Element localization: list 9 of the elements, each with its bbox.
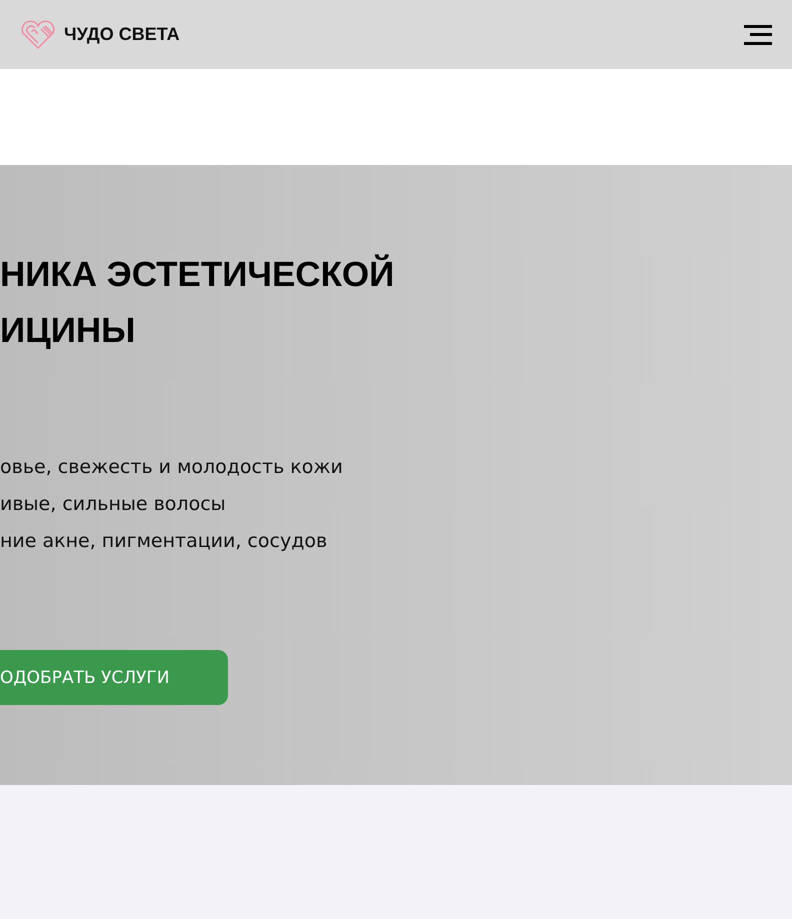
menu-icon[interactable] xyxy=(744,24,772,44)
hero-title: ИЦИНЫ xyxy=(0,310,136,352)
heart-logo-icon xyxy=(20,20,56,50)
logo-text[interactable]: ЧУДО СВЕТА xyxy=(64,24,180,45)
select-services-button[interactable]: ОДОБРАТЬ УСЛУГИ xyxy=(0,650,228,705)
hero-title: НИКА ЭСТЕТИЧЕСКОЙ xyxy=(0,253,394,296)
benefit-text: ние акне, пигментации, сосудов xyxy=(0,529,328,554)
benefit-text: овье, свежесть и молодость кожи xyxy=(0,455,343,480)
benefit-text: ивые, сильные волосы xyxy=(0,492,227,517)
